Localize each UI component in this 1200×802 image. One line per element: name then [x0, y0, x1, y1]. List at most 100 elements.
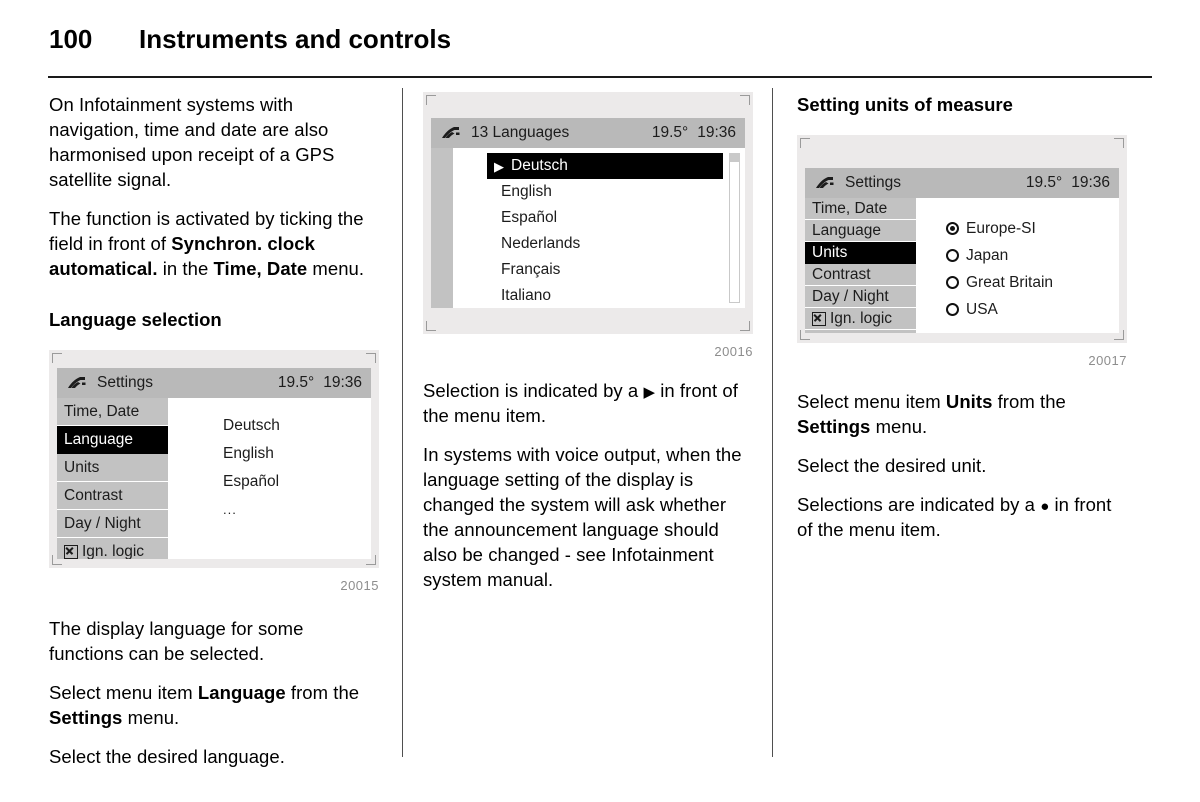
display-title: 13 Languages: [471, 124, 570, 141]
menu-item-time-date[interactable]: Time, Date: [57, 398, 168, 426]
paragraph-synchron-clock: The function is activated by ticking the…: [49, 206, 379, 281]
language-item-italiano[interactable]: Italiano: [487, 283, 723, 308]
column-two: 13 Languages 19.5° 19:36 ▶ Deutsch English…: [423, 92, 753, 592]
display-title: Settings: [845, 174, 902, 191]
language-item-francais[interactable]: Français: [487, 257, 723, 283]
text-segment: Selection is indicated by a: [423, 380, 644, 401]
paragraph-select-units: Select menu item Units from the Settings…: [797, 389, 1127, 439]
menu-item-day-night[interactable]: Day / Night: [57, 510, 168, 538]
language-item-espanol[interactable]: Español: [487, 205, 723, 231]
figure-frame: 13 Languages 19.5° 19:36 ▶ Deutsch English…: [423, 92, 753, 334]
language-item-english[interactable]: English: [487, 179, 723, 205]
infotainment-display[interactable]: 13 Languages 19.5° 19:36 ▶ Deutsch English…: [431, 118, 745, 308]
radio-row-japan[interactable]: Japan: [916, 242, 1119, 269]
column-divider-1: [402, 88, 403, 757]
text-segment: Selections are indicated by a: [797, 494, 1041, 515]
radio-label: Great Britain: [966, 274, 1054, 291]
language-item-deutsch[interactable]: ▶ Deutsch: [487, 153, 723, 179]
language-label: Français: [501, 261, 561, 278]
text-segment: in the: [157, 258, 214, 279]
figure-languages-list: 13 Languages 19.5° 19:36 ▶ Deutsch English…: [423, 92, 753, 364]
triangle-right-icon: ▶: [643, 384, 656, 401]
column-divider-2: [772, 88, 773, 757]
language-label: Español: [501, 209, 558, 226]
scrollbar-thumb[interactable]: [730, 154, 739, 162]
page-title: Instruments and controls: [139, 24, 452, 54]
display-temperature: 19.5°: [277, 374, 315, 391]
menu-item-ign-logic[interactable]: Ign. logic: [805, 308, 916, 330]
radio-unselected-icon[interactable]: [946, 249, 959, 262]
display-menu-list: Time, Date Language Units Contrast Day /…: [805, 198, 936, 333]
settings-wrench-icon: [442, 127, 460, 138]
display-time: 19:36: [323, 374, 362, 391]
language-label: Italiano: [501, 287, 551, 304]
text-segment: Select menu item: [49, 682, 198, 703]
bold-units: Units: [945, 391, 993, 412]
infotainment-display[interactable]: Settings 19.5° 19:36 Time, Date Language …: [57, 368, 371, 559]
menu-item-label: Units: [64, 458, 100, 476]
display-body: Time, Date Language Units Contrast Day /…: [805, 198, 1119, 333]
language-list: ▶ Deutsch English Español Nederlands Fran…: [453, 148, 745, 308]
menu-item-units[interactable]: Units: [57, 454, 168, 482]
heading-language-selection: Language selection: [49, 309, 222, 330]
menu-item-label: Ign. logic: [82, 542, 145, 560]
display-body: Time, Date Language Units Contrast Day /…: [57, 398, 371, 559]
paragraph-selections-indicated: Selections are indicated by a ● in front…: [797, 492, 1127, 542]
display-content-panel: Europe-SI Japan Great Britain USA: [916, 198, 1119, 333]
checkbox-x-icon[interactable]: [812, 311, 826, 326]
text-segment: menu.: [122, 707, 180, 728]
display-temperature: 19.5°: [1025, 174, 1063, 191]
value-espanol[interactable]: Español: [168, 468, 371, 496]
menu-item-label: Language: [64, 430, 133, 448]
figure-caption: 20017: [1088, 353, 1127, 368]
radio-row-usa[interactable]: USA: [916, 296, 1119, 323]
language-item-nederlands[interactable]: Nederlands: [487, 231, 723, 257]
figure-settings-language: Settings 19.5° 19:36 Time, Date Language …: [49, 350, 379, 598]
vertical-scrollbar[interactable]: [729, 153, 740, 303]
menu-item-label: Units: [812, 243, 848, 261]
radio-row-great-britain[interactable]: Great Britain: [916, 269, 1119, 296]
figure-frame: Settings 19.5° 19:36 Time, Date Language …: [797, 135, 1127, 343]
radio-label: Japan: [966, 247, 1009, 264]
checkbox-x-icon[interactable]: [64, 544, 78, 559]
radio-label: Europe-SI: [966, 220, 1036, 237]
radio-unselected-icon[interactable]: [946, 303, 959, 316]
page-header: 100 Instruments and controls: [0, 0, 1200, 88]
figure-settings-units: Settings 19.5° 19:36 Time, Date Language …: [797, 135, 1127, 373]
menu-item-contrast[interactable]: Contrast: [805, 264, 916, 286]
menu-item-label: Language: [812, 221, 881, 239]
display-status: 19.5° 19:36: [1026, 174, 1119, 192]
display-left-rail: [431, 148, 453, 308]
menu-item-time-date[interactable]: Time, Date: [805, 198, 916, 220]
menu-item-label: Ign. logic: [830, 309, 893, 327]
menu-item-label: Day / Night: [812, 287, 889, 305]
crop-mark-top-left: [426, 95, 436, 105]
display-status: 19.5° 19:36: [278, 374, 371, 392]
menu-item-contrast[interactable]: Contrast: [57, 482, 168, 510]
radio-unselected-icon[interactable]: [946, 276, 959, 289]
crop-mark-top-left: [52, 353, 62, 363]
paragraph-select-language: Select menu item Language from the Setti…: [49, 680, 379, 730]
display-time: 19:36: [1071, 174, 1110, 191]
display-title: Settings: [97, 374, 154, 391]
figure-frame: Settings 19.5° 19:36 Time, Date Language …: [49, 350, 379, 568]
value-deutsch[interactable]: Deutsch: [168, 412, 371, 440]
menu-item-label: Time, Date: [812, 199, 888, 217]
menu-item-ign-logic[interactable]: Ign. logic: [57, 538, 168, 559]
paragraph-select-desired-unit: Select the desired unit.: [797, 455, 987, 476]
selection-arrow-icon: ▶: [494, 158, 504, 174]
menu-item-language[interactable]: Language: [805, 220, 916, 242]
heading-setting-units: Setting units of measure: [797, 94, 1013, 115]
paragraph-selection-indicated: Selection is indicated by a ▶ in front o…: [423, 378, 753, 428]
settings-wrench-icon: [816, 177, 834, 188]
crop-mark-bottom-left: [426, 321, 436, 331]
infotainment-display[interactable]: Settings 19.5° 19:36 Time, Date Language …: [805, 168, 1119, 333]
value-english[interactable]: English: [168, 440, 371, 468]
radio-row-europe-si[interactable]: Europe-SI: [916, 215, 1119, 242]
menu-item-day-night[interactable]: Day / Night: [805, 286, 916, 308]
paragraph-display-language: The display language for some functions …: [49, 618, 304, 664]
radio-selected-icon[interactable]: [946, 222, 959, 235]
display-content-panel: Deutsch English Español ...: [168, 398, 371, 559]
language-label: English: [501, 183, 552, 200]
paragraph-voice-output: In systems with voice output, when the l…: [423, 444, 742, 590]
